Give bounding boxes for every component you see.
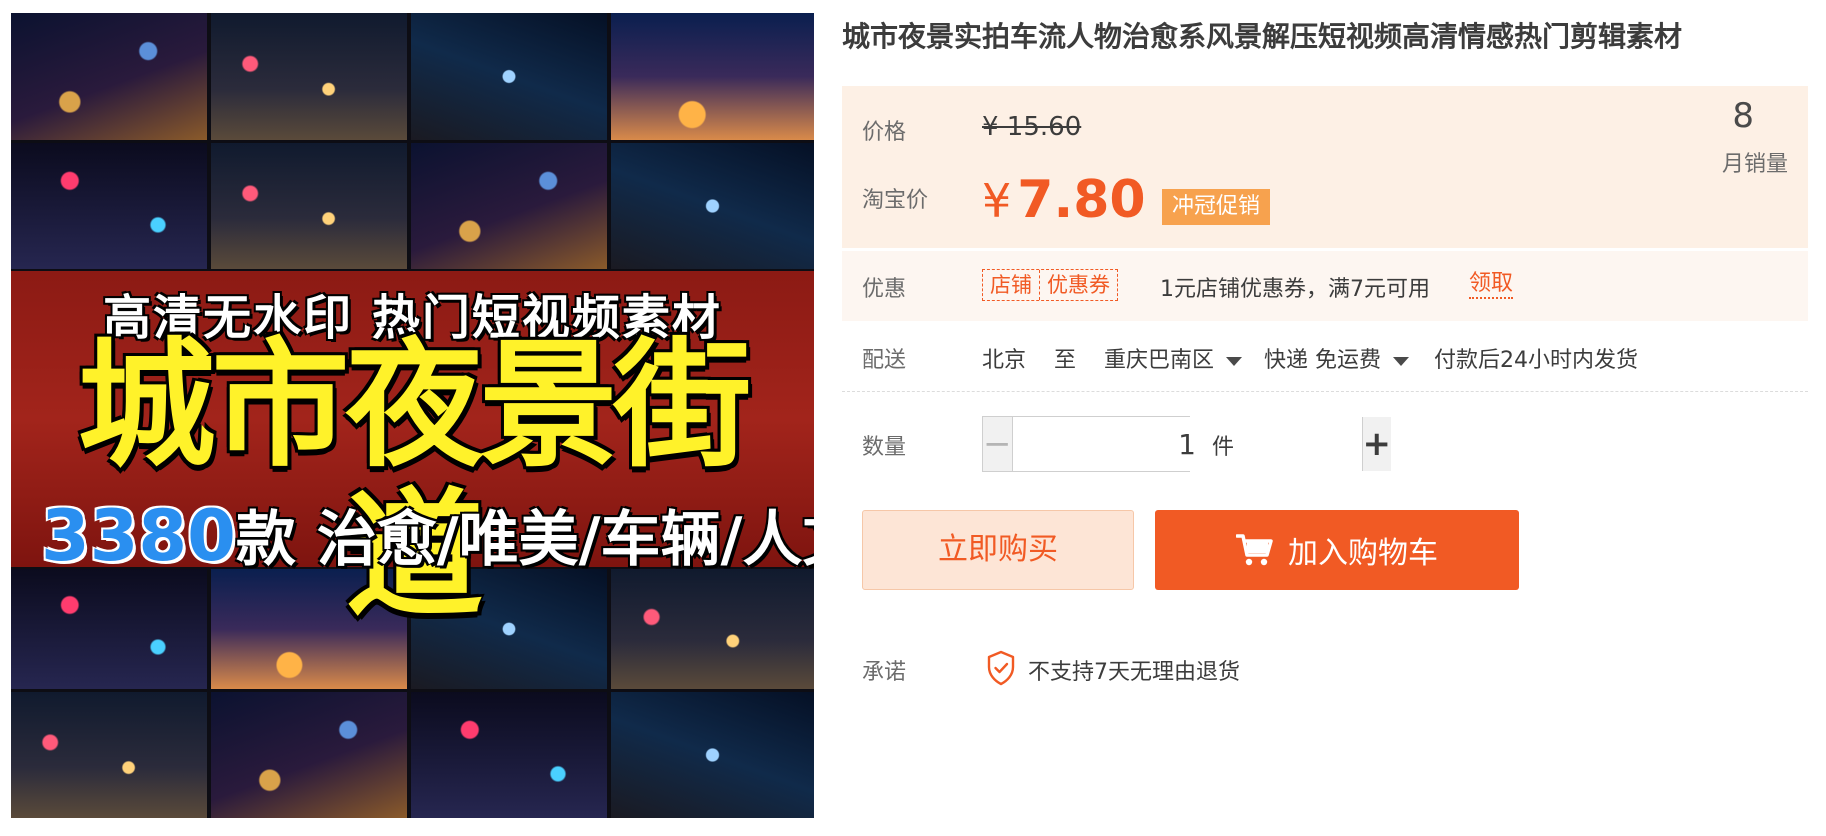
taobao-price: ¥7.80: [982, 170, 1146, 231]
image-tile: [211, 13, 407, 140]
image-tile: [11, 13, 207, 140]
quantity-increase-button[interactable]: +: [1361, 417, 1391, 471]
quantity-input[interactable]: [1012, 417, 1362, 471]
currency-symbol: ¥: [982, 174, 1012, 228]
store-coupon-tag: 店铺 优惠券: [982, 269, 1118, 301]
quantity-row: 数量 − + 件: [842, 393, 1808, 493]
original-price: ¥ 15.60: [982, 112, 1082, 142]
quantity-decrease-button[interactable]: −: [983, 417, 1013, 471]
quantity-stepper: − +: [982, 416, 1391, 472]
image-tile: [11, 143, 207, 269]
coupon-label: 优惠: [862, 277, 907, 302]
claim-coupon-link[interactable]: 领取: [1469, 271, 1514, 299]
destination-value: 重庆巴南区: [1104, 348, 1215, 373]
destination-select[interactable]: 重庆巴南区: [1104, 342, 1243, 374]
image-tile: [411, 692, 607, 818]
image-banner-categories: 款 治愈/唯美/车辆/人文: [235, 505, 814, 575]
cart-icon: [1236, 534, 1273, 566]
image-tile: [211, 692, 407, 818]
add-to-cart-button[interactable]: 加入购物车: [1155, 510, 1519, 590]
promise-label: 承诺: [862, 660, 907, 685]
taobao-price-value: 7.80: [1017, 170, 1146, 230]
image-banner-subline: 3380款 治愈/唯美/车辆/人文: [41, 501, 814, 575]
image-tile: [611, 692, 814, 818]
image-tile: [211, 143, 407, 269]
image-tile: [611, 13, 814, 140]
delivery-row: 配送 北京 至 重庆巴南区 快递 免运费 付款后24小时内发货: [842, 322, 1808, 392]
image-tile: [411, 13, 607, 140]
image-banner-headline: 城市夜景街道: [77, 325, 751, 636]
taobao-price-label: 淘宝价: [862, 188, 929, 213]
ship-from: 北京: [982, 348, 1027, 373]
ship-to-word: 至: [1054, 348, 1077, 373]
promo-badge: 冲冠促销: [1162, 189, 1271, 225]
quantity-label: 数量: [862, 435, 907, 460]
image-tile: [411, 143, 607, 269]
coupon-tag-coupon: 优惠券: [1039, 270, 1117, 300]
price-panel: 价格 ¥ 15.60 淘宝价 ¥7.80 冲冠促销 8 月销量: [842, 86, 1808, 248]
image-tile: [11, 692, 207, 818]
shipping-method: 快递: [1264, 348, 1309, 373]
return-policy-text: 不支持7天无理由退货: [1028, 660, 1240, 685]
shield-check-icon: [987, 650, 1015, 686]
shipping-method-select[interactable]: 快递 免运费: [1264, 342, 1410, 374]
caret-down-icon: [1393, 356, 1410, 366]
coupon-description: 1元店铺优惠券，满7元可用: [1160, 277, 1430, 302]
shipping-time: 付款后24小时内发货: [1434, 348, 1638, 373]
monthly-sales-count: 8: [1732, 96, 1754, 136]
quantity-unit: 件: [1212, 435, 1235, 460]
add-to-cart-label: 加入购物车: [1288, 536, 1438, 571]
product-main-image: 高清无水印 热门短视频素材 城市夜景街道 3380款 治愈/唯美/车辆/人文: [11, 13, 814, 818]
delivery-label: 配送: [862, 348, 907, 373]
coupon-row: 优惠 店铺 优惠券 1元店铺优惠券，满7元可用 领取: [842, 251, 1808, 321]
original-price-label: 价格: [862, 120, 907, 145]
image-banner-count: 3380: [41, 495, 236, 577]
shipping-fee: 免运费: [1315, 348, 1382, 373]
coupon-tag-store: 店铺: [990, 273, 1032, 297]
image-tile: [611, 143, 814, 269]
buy-now-button[interactable]: 立即购买: [862, 510, 1134, 590]
product-title: 城市夜景实拍车流人物治愈系风景解压短视频高清情感热门剪辑素材: [842, 20, 1683, 53]
monthly-sales-label: 月销量: [1721, 152, 1788, 177]
caret-down-icon: [1226, 356, 1243, 366]
